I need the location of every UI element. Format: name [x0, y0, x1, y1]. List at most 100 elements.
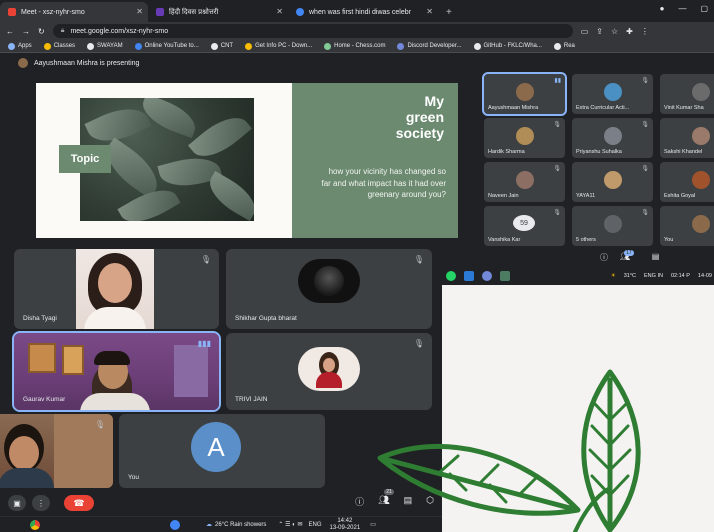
back-icon[interactable]: ← [6, 27, 14, 36]
info-icon[interactable]: ⓘ [600, 252, 608, 263]
weather-text: 31°C [623, 273, 636, 279]
discord-icon[interactable] [482, 271, 492, 281]
participant-tile[interactable]: 🎙︎Sakshi Khandel [660, 118, 714, 158]
new-tab-button[interactable]: + [438, 2, 460, 22]
participant-tile[interactable]: 59 🎙︎ Vanshika Kar [484, 206, 565, 246]
participant-name: Vanshika Kar [488, 237, 521, 243]
participant-name: Sakshi Khandel [664, 149, 703, 155]
browser-toolbar: ← → ↻ 🔒︎ meet.google.com/xsz-nyhr-smo ▭ … [0, 22, 714, 40]
bookmark-item[interactable]: Online YouTube to... [134, 42, 199, 50]
bookmark-favicon-icon [87, 42, 95, 50]
bookmarks-bar: Apps Classes SWAYAM Online YouTube to... CNT… [0, 40, 714, 53]
close-icon[interactable]: ✕ [136, 7, 143, 16]
bookmark-item[interactable]: Home - Chess.com [324, 42, 385, 50]
participant-name: Disha Tyagi [23, 315, 57, 322]
participant-tile-speaking[interactable]: ▮▮ Aayushmaan Mishra [482, 72, 567, 116]
lock-icon: 🔒︎ [60, 27, 65, 34]
presenting-text: Aayushmaan Mishra is presenting [34, 59, 140, 67]
avatar [604, 171, 622, 189]
bookmark-item[interactable]: GitHub - FKLC/Wha... [473, 42, 542, 50]
tray-icons: ⌃ ☰ ◐ ✉ [278, 522, 303, 528]
participant-tile[interactable]: 🎙︎ Hardik Sharma [484, 118, 565, 158]
close-icon[interactable]: ✕ [276, 7, 283, 16]
bookmark-label: Online YouTube to... [144, 43, 199, 49]
participant-tile[interactable]: 🎙︎You [660, 206, 714, 246]
participant-tile[interactable]: 🎙︎ Shikhar Gupta bharat [226, 249, 432, 329]
participant-tile[interactable]: 🎙︎ Extra Curricular Acti... [572, 74, 653, 114]
mic-off-icon: 🎙︎ [413, 339, 424, 348]
participant-tile[interactable]: 🎙︎Vinit Kumar Sha [660, 74, 714, 114]
people-icon[interactable]: 👥︎17 [620, 250, 640, 263]
profile-icon[interactable]: ● [660, 4, 665, 13]
meet-favicon-icon [8, 8, 16, 16]
weather-text: 26°C Rain showers [215, 521, 267, 528]
bookmark-item[interactable]: SWAYAM [87, 42, 123, 50]
slide-body-text: how your vicinity has changed so far and… [321, 167, 446, 199]
mic-off-icon: 🎙︎ [200, 255, 211, 264]
present-button[interactable]: ▣ [8, 495, 26, 511]
participant-name: 5 others [576, 237, 596, 243]
bookmark-favicon-icon [553, 42, 561, 50]
share-icon[interactable]: ⇪ [596, 27, 603, 36]
camera-icon[interactable]: ▭ [581, 27, 589, 36]
participant-name: YAYA11 [576, 193, 596, 199]
mic-off-icon: 🎙︎ [641, 166, 649, 172]
bookmark-item[interactable]: Discord Developer... [397, 42, 462, 50]
participant-tile[interactable]: 🎙︎ 5 others [572, 206, 653, 246]
bookmark-item[interactable]: Get Info PC - Down... [245, 42, 312, 50]
speaking-icon: ▮▮▮ [197, 339, 211, 348]
info-icon[interactable]: ⓘ [355, 495, 364, 508]
tab-meet[interactable]: Meet - xsz-nyhr-smo ✕ [0, 2, 148, 22]
vscode-icon[interactable] [464, 271, 474, 281]
participant-tile-self[interactable]: A You [119, 414, 325, 488]
tab-search[interactable]: when was first hindi diwas celebr ✕ [288, 2, 438, 22]
more-options-button[interactable]: ⋮ [32, 495, 50, 511]
bookmark-favicon-icon [8, 42, 15, 50]
participant-tile[interactable]: 🎙︎ YAYA11 [572, 162, 653, 202]
menu-icon[interactable]: ⋮ [641, 27, 649, 36]
participant-tile-partial[interactable]: 🎙︎ [0, 414, 113, 488]
url-text: meet.google.com/xsz-nyhr-smo [70, 27, 169, 35]
bookmark-item[interactable]: CNT [210, 42, 233, 50]
participant-name: TRIVI JAIN [235, 396, 268, 403]
bookmark-item[interactable]: Apps [8, 42, 32, 50]
participant-name: Naveen Jain [488, 193, 519, 199]
bookmark-favicon-icon [324, 42, 332, 50]
weather-icon: ☁ [206, 522, 212, 528]
maximize-icon[interactable]: ▢ [700, 4, 708, 13]
avatar [604, 83, 622, 101]
participant-tile[interactable]: 🎙︎ Disha Tyagi [14, 249, 219, 329]
chrome-icon[interactable] [30, 519, 40, 530]
minimize-icon[interactable]: — [678, 4, 686, 13]
app-icon[interactable] [500, 271, 510, 281]
participant-tile[interactable]: 🎙︎Eshita Goyal [660, 162, 714, 202]
address-bar[interactable]: 🔒︎ meet.google.com/xsz-nyhr-smo [52, 24, 573, 38]
participant-name: Eshita Goyal [664, 193, 696, 199]
participant-name: Shikhar Gupta bharat [235, 315, 297, 322]
close-icon[interactable]: ✕ [426, 7, 433, 16]
participant-tile[interactable]: 🎙︎ Priyanshu Suhalka [572, 118, 653, 158]
extensions-icon[interactable]: ✚ [626, 27, 633, 36]
bookmark-label: GitHub - FKLC/Wha... [483, 43, 542, 49]
app-icon[interactable] [170, 519, 180, 530]
participant-tile[interactable]: 🎙︎ Naveen Jain [484, 162, 565, 202]
bookmark-item[interactable]: Rea [553, 42, 575, 50]
decorative-leaf-drawing [377, 369, 641, 532]
participant-name: Hardik Sharma [488, 149, 525, 155]
participant-grid-top: ▮▮ Aayushmaan Mishra 🎙︎ Extra Curricular Ac… [482, 72, 714, 250]
forward-icon[interactable]: → [22, 27, 30, 36]
bookmark-item[interactable]: Classes [43, 42, 75, 50]
star-icon[interactable]: ☆ [611, 27, 618, 36]
tab-title: when was first hindi diwas celebr [309, 8, 411, 16]
slide-topic-label: Topic [59, 145, 111, 173]
tab-hindi-quiz[interactable]: हिंदी दिवस प्रश्नोत्तरी ✕ [148, 2, 288, 22]
whatsapp-icon[interactable] [446, 271, 456, 281]
reload-icon[interactable]: ↻ [38, 27, 45, 36]
avatar [604, 215, 622, 233]
chat-icon[interactable]: ▤ [652, 252, 660, 263]
end-call-button[interactable]: ☎ [64, 495, 94, 511]
participant-tile-speaking[interactable]: ▮▮▮ Gaurav Kumar [12, 331, 221, 412]
tab-title: हिंदी दिवस प्रश्नोत्तरी [169, 8, 219, 16]
meet-top-controls: ⓘ 👥︎17 ▤ [600, 250, 660, 263]
participant-name: You [664, 237, 674, 243]
